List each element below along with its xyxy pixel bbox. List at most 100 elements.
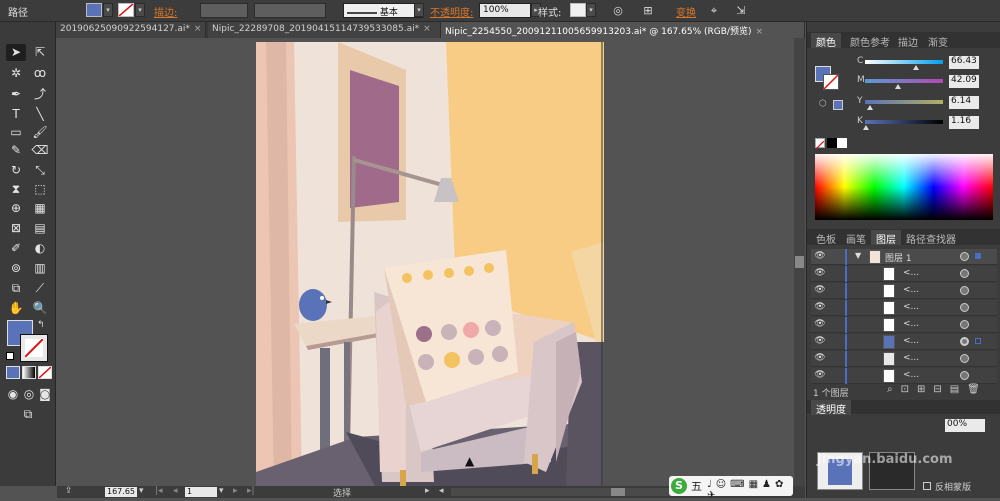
selection-tool-icon[interactable]: ➤ — [6, 44, 26, 61]
sublayer-name[interactable]: <... — [903, 336, 919, 346]
slice-tool-icon[interactable]: ⟋ — [30, 280, 50, 297]
panel-stroke-box[interactable] — [823, 74, 839, 90]
eyedropper-tool-icon[interactable]: ✐ — [6, 240, 26, 257]
document-tab-1[interactable]: 20190625090922594127.ai* × — [56, 22, 206, 38]
sogou-ime-icon[interactable]: S — [671, 478, 687, 494]
zoom-input[interactable]: 167.65 — [105, 487, 137, 497]
eye-icon[interactable]: 👁 — [814, 285, 826, 297]
sublayer-name[interactable]: <... — [903, 302, 919, 312]
column-graph-tool-icon[interactable]: ▥ — [30, 260, 50, 277]
close-tab-icon[interactable]: × — [755, 27, 763, 37]
sublayer-row[interactable]: 👁 <... — [811, 334, 997, 350]
status-menu-icon[interactable]: ▸ — [425, 486, 430, 496]
draw-inside-icon[interactable]: ◙ — [38, 386, 52, 403]
eye-icon[interactable]: 👁 — [814, 302, 826, 314]
arrange-icon[interactable]: ⇲ — [733, 3, 749, 18]
close-tab-icon[interactable]: × — [423, 24, 431, 34]
fill-swatch[interactable] — [86, 3, 102, 17]
type-tool-icon[interactable]: T — [6, 106, 26, 123]
ime-mode-label[interactable]: 五 — [691, 478, 702, 494]
eye-icon[interactable]: 👁 — [814, 370, 826, 382]
pencil-tool-icon[interactable]: ✎ — [6, 142, 26, 159]
white-swatch[interactable] — [837, 138, 847, 148]
selection-indicator[interactable] — [975, 338, 981, 344]
zoom-dropdown-icon[interactable]: ▾ — [139, 486, 144, 496]
hscroll-left-icon[interactable]: ◂ — [439, 486, 444, 496]
shape-builder-tool-icon[interactable]: ⊕ — [6, 200, 26, 217]
web-color-warning-icon[interactable] — [833, 100, 843, 110]
eye-icon[interactable]: 👁 — [814, 336, 826, 348]
black-track[interactable] — [865, 120, 943, 124]
color-spectrum[interactable] — [815, 154, 993, 220]
stroke-weight-field[interactable] — [200, 3, 248, 18]
tab-pathfinder[interactable]: 路径查找器 — [901, 230, 961, 246]
close-tab-icon[interactable]: × — [194, 24, 202, 34]
layer-row-top[interactable]: 👁 ▼ 图层 1 — [811, 249, 997, 265]
canvas-area[interactable]: ▲ — [57, 38, 805, 486]
gradient-tool-icon[interactable]: ▤ — [30, 220, 50, 237]
cyan-value[interactable]: 66.43 — [949, 56, 979, 69]
eye-icon[interactable]: 👁 — [814, 268, 826, 280]
tab-gradient[interactable]: 渐变 — [923, 33, 953, 49]
layer-target-icon[interactable] — [960, 252, 969, 261]
stroke-color-box[interactable] — [20, 334, 48, 362]
ime-toolbar[interactable]: S 五 ♩☺⌨▦♟✿✈ — [669, 476, 793, 501]
eraser-tool-icon[interactable]: ⌫ — [30, 142, 50, 159]
none-mode-icon[interactable] — [38, 366, 52, 379]
tab-swatches[interactable]: 色板 — [811, 230, 841, 246]
room-illustration[interactable] — [256, 42, 604, 486]
none-swatch[interactable] — [815, 138, 825, 150]
expand-arrow-icon[interactable]: ▼ — [855, 251, 861, 260]
stroke-label[interactable]: 描边: — [154, 4, 177, 19]
stroke-style-dropdown[interactable]: ▾ — [414, 3, 424, 17]
invert-mask-checkbox[interactable] — [923, 482, 931, 490]
hand-tool-icon[interactable]: ✋ — [6, 300, 26, 317]
magenta-value[interactable]: 42.09 — [949, 75, 979, 88]
scroll-thumb[interactable] — [795, 256, 804, 268]
pen-tool-icon[interactable]: ✒ — [6, 86, 26, 103]
tab-stroke[interactable]: 描边 — [893, 33, 923, 49]
yellow-slider[interactable]: Y 6.14 — [857, 96, 997, 110]
hscroll-thumb[interactable] — [611, 488, 625, 496]
magenta-slider[interactable]: M 42.09 — [857, 75, 997, 89]
isolate-icon[interactable]: ⌖ — [706, 3, 722, 18]
black-thumb[interactable] — [862, 125, 869, 130]
sublayer-name[interactable]: <... — [903, 370, 919, 380]
prev-artboard-icon[interactable]: ◂ — [173, 486, 178, 496]
last-artboard-icon[interactable]: ▸| — [247, 486, 255, 496]
artboard[interactable] — [256, 42, 604, 486]
graphic-style-swatch[interactable] — [570, 3, 586, 17]
target-icon[interactable] — [960, 371, 969, 380]
tab-transparency[interactable]: 透明度 — [811, 400, 851, 416]
yellow-track[interactable] — [865, 100, 943, 104]
transform-label[interactable]: 变换 — [676, 4, 696, 19]
transparency-opacity-input[interactable]: 00% — [945, 419, 985, 432]
eye-icon[interactable]: 👁 — [814, 251, 826, 263]
free-transform-tool-icon[interactable]: ⬚ — [30, 181, 50, 198]
sublayer-row[interactable]: 👁 <... — [811, 283, 997, 299]
first-artboard-icon[interactable]: |◂ — [155, 486, 163, 496]
artboard-tool-icon[interactable]: ⧉ — [6, 280, 26, 297]
tab-color[interactable]: 颜色 — [811, 33, 841, 49]
cyan-thumb[interactable] — [913, 65, 920, 70]
magic-wand-tool-icon[interactable]: ✲ — [6, 65, 26, 82]
eye-icon[interactable]: 👁 — [814, 353, 826, 365]
scale-tool-icon[interactable]: ⤡ — [30, 162, 50, 179]
style-dropdown[interactable]: ▾ — [586, 3, 596, 17]
fill-dropdown[interactable]: ▾ — [103, 3, 113, 17]
paintbrush-tool-icon[interactable]: 🖌 — [30, 124, 50, 141]
mesh-tool-icon[interactable]: ⊠ — [6, 220, 26, 237]
line-tool-icon[interactable]: ╲ — [30, 106, 50, 123]
width-tool-icon[interactable]: ⧗ — [6, 181, 26, 198]
draw-behind-icon[interactable]: ◎ — [22, 386, 36, 403]
perspective-grid-tool-icon[interactable]: ▦ — [30, 200, 50, 217]
next-artboard-icon[interactable]: ▸ — [233, 486, 238, 496]
document-tab-2[interactable]: Nipic_22289708_20190415114739533085.ai* × — [208, 22, 441, 38]
sublayer-name[interactable]: <... — [903, 353, 919, 363]
rotate-tool-icon[interactable]: ↻ — [6, 162, 26, 179]
stroke-swatch[interactable] — [118, 3, 134, 17]
curvature-tool-icon[interactable]: ⤴ — [30, 86, 50, 103]
tab-layers[interactable]: 图层 — [871, 230, 901, 246]
cyan-track[interactable] — [865, 60, 943, 64]
opacity-input[interactable]: 100% — [479, 3, 531, 18]
